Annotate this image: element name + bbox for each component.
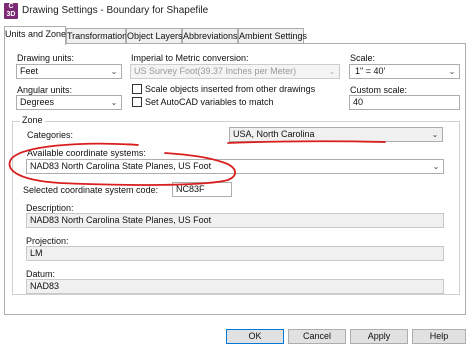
available-systems-value: NAD83 North Carolina State Planes, US Fo… bbox=[30, 161, 212, 171]
chevron-down-icon: ⌄ bbox=[110, 67, 118, 76]
ok-button[interactable]: OK bbox=[226, 329, 284, 344]
categories-select[interactable]: USA, North Carolina ⌄ bbox=[229, 127, 443, 142]
drawing-units-select[interactable]: Feet ⌄ bbox=[16, 64, 122, 79]
angular-units-label: Angular units: bbox=[17, 85, 73, 95]
tab-ambient-settings[interactable]: Ambient Settings bbox=[238, 28, 307, 44]
custom-scale-input[interactable]: 40 bbox=[349, 95, 460, 110]
datum-label: Datum: bbox=[26, 269, 56, 279]
cancel-button[interactable]: Cancel bbox=[288, 329, 346, 344]
datum-field: NAD83 bbox=[26, 279, 444, 294]
categories-value: USA, North Carolina bbox=[233, 129, 315, 139]
drawing-units-value: Feet bbox=[20, 66, 39, 76]
set-autocad-label: Set AutoCAD variables to match bbox=[145, 97, 274, 107]
chevron-down-icon: ⌄ bbox=[110, 98, 118, 107]
window-title: Drawing Settings - Boundary for Shapefil… bbox=[22, 5, 209, 16]
set-autocad-checkbox[interactable] bbox=[132, 97, 142, 107]
tab-units-and-zone[interactable]: Units and Zone bbox=[4, 26, 66, 45]
angular-units-select[interactable]: Degrees ⌄ bbox=[16, 95, 122, 110]
available-systems-label: Available coordinate systems: bbox=[27, 148, 146, 158]
zone-group-title: Zone bbox=[20, 115, 45, 125]
title-bar: C 3D Drawing Settings - Boundary for Sha… bbox=[0, 0, 474, 22]
civil3d-app-icon: C 3D bbox=[4, 3, 18, 19]
available-systems-select[interactable]: NAD83 North Carolina State Planes, US Fo… bbox=[26, 159, 444, 174]
chevron-down-icon: ⌄ bbox=[431, 130, 439, 139]
categories-label: Categories: bbox=[27, 130, 74, 140]
apply-button[interactable]: Apply bbox=[350, 329, 408, 344]
scale-value: 1" = 40' bbox=[355, 66, 386, 76]
chevron-down-icon: ⌄ bbox=[328, 67, 336, 76]
drawing-units-label: Drawing units: bbox=[17, 53, 75, 63]
chevron-down-icon: ⌄ bbox=[432, 162, 440, 171]
tab-abbreviations[interactable]: Abbreviations bbox=[182, 28, 238, 44]
scale-select[interactable]: 1" = 40' ⌄ bbox=[349, 64, 460, 79]
selected-code-label: Selected coordinate system code: bbox=[23, 185, 159, 195]
imperial-metric-label: Imperial to Metric conversion: bbox=[131, 53, 249, 63]
description-field: NAD83 North Carolina State Planes, US Fo… bbox=[26, 213, 444, 228]
app-icon-text: C 3D bbox=[6, 3, 16, 18]
help-button[interactable]: Help bbox=[412, 329, 466, 344]
chevron-down-icon: ⌄ bbox=[448, 67, 456, 76]
selected-code-input[interactable]: NC83F bbox=[172, 182, 232, 197]
custom-scale-label: Custom scale: bbox=[350, 85, 408, 95]
projection-field: LM bbox=[26, 246, 444, 261]
description-label: Description: bbox=[26, 203, 74, 213]
tab-object-layers[interactable]: Object Layers bbox=[126, 28, 183, 44]
angular-units-value: Degrees bbox=[20, 97, 55, 107]
projection-label: Projection: bbox=[26, 236, 69, 246]
tab-transformation[interactable]: Transformation bbox=[66, 28, 127, 44]
imperial-metric-value: US Survey Foot(39.37 Inches per Meter) bbox=[134, 66, 297, 76]
scale-label: Scale: bbox=[350, 53, 376, 63]
scale-objects-checkbox[interactable] bbox=[132, 84, 142, 94]
imperial-metric-select[interactable]: US Survey Foot(39.37 Inches per Meter) ⌄ bbox=[130, 64, 340, 79]
scale-objects-label: Scale objects inserted from other drawin… bbox=[145, 84, 316, 94]
